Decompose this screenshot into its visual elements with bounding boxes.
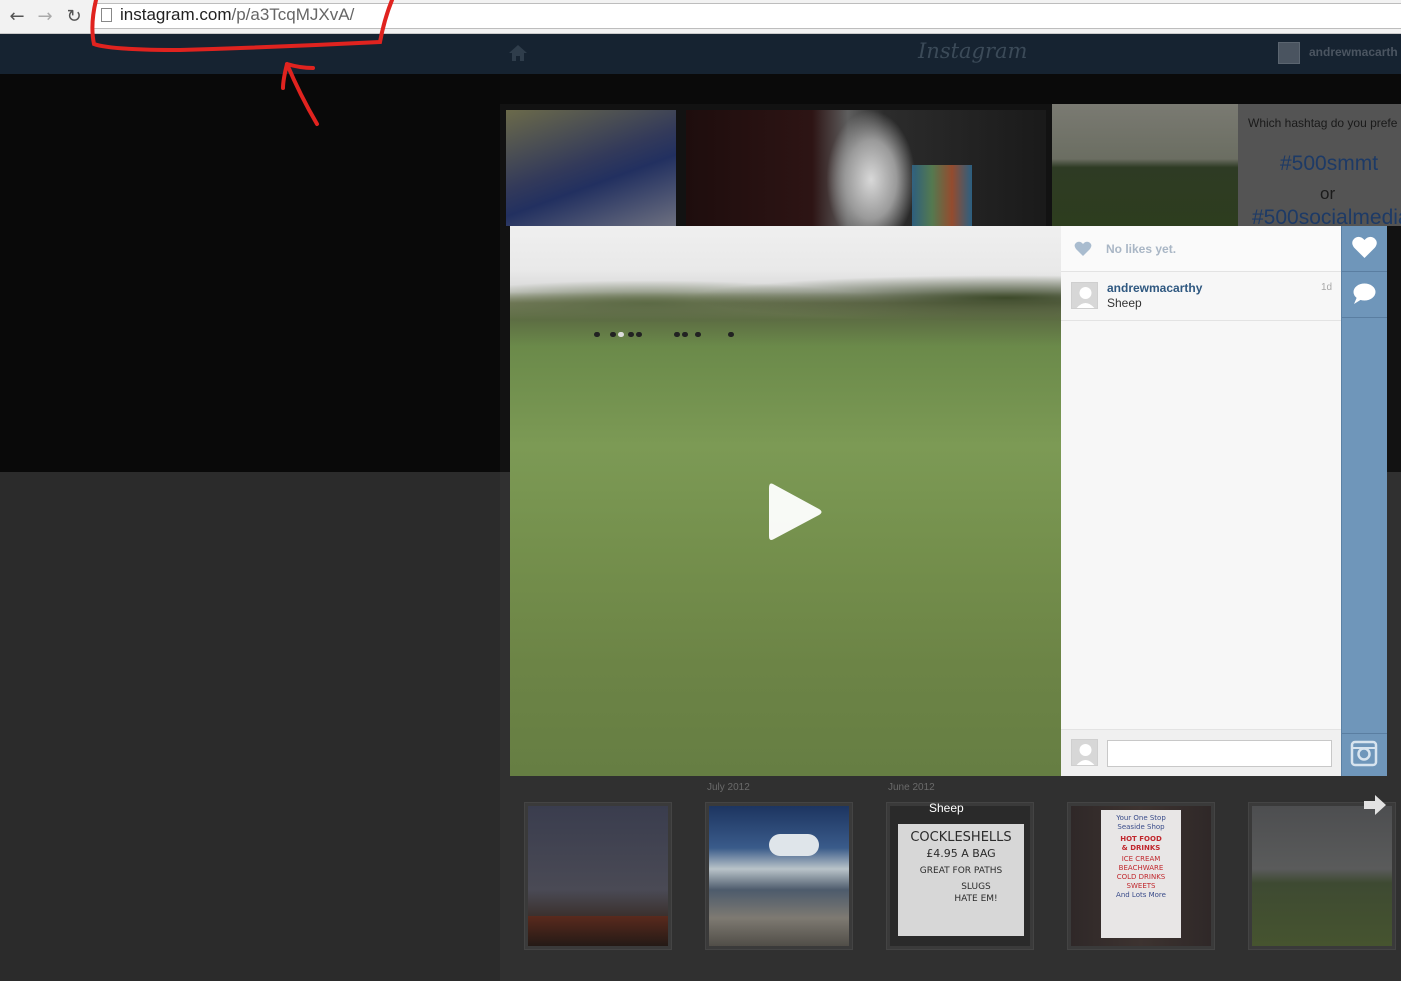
cockleshells-sign: COCKLESHELLS £4.95 A BAG GREAT FOR PATHS…: [898, 824, 1024, 936]
play-icon[interactable]: [765, 480, 825, 544]
caption-row: [1061, 272, 1341, 321]
sign-line: COCKLESHELLS: [910, 830, 1012, 845]
cloud: [769, 834, 819, 856]
treeline: [510, 262, 1061, 322]
strip-photo-path[interactable]: [705, 802, 853, 950]
sheep: [695, 332, 701, 337]
comment-button[interactable]: [1342, 272, 1387, 316]
user-avatar[interactable]: [1071, 282, 1098, 309]
instagram-camera-icon[interactable]: [1342, 733, 1387, 776]
sheep: [728, 332, 734, 337]
strip-photo-sign[interactable]: COCKLESHELLS £4.95 A BAG GREAT FOR PATHS…: [886, 802, 1034, 950]
comment-username[interactable]: andrewmacarthy: [1107, 281, 1202, 295]
sign-line: HOT FOOD: [1120, 835, 1162, 843]
sheep: [674, 332, 680, 337]
houses: [528, 916, 668, 946]
strip-photo-food-sign[interactable]: Your One Stop Seaside Shop HOT FOOD & DR…: [1067, 802, 1215, 950]
comment-input[interactable]: [1107, 740, 1332, 767]
sign-line: & DRINKS: [1121, 844, 1161, 852]
circle-annotation: [90, 0, 394, 53]
sheep: [594, 332, 600, 337]
video-player[interactable]: [510, 226, 1061, 776]
sheep: [628, 332, 634, 337]
sign-line: £4.95 A BAG: [926, 847, 996, 860]
promo-hashtag-1: #500smmt: [1280, 152, 1379, 175]
strip-photo-houses[interactable]: [524, 802, 672, 950]
sign-line: SWEETS: [1126, 882, 1156, 890]
like-button[interactable]: [1342, 226, 1387, 270]
sign-line: COLD DRINKS: [1116, 873, 1166, 881]
promo-hashtag-2: #500socialmedia: [1252, 206, 1401, 228]
heart-icon: [1074, 241, 1092, 257]
sheep: [618, 332, 624, 337]
sign-line: Seaside Shop: [1117, 823, 1165, 831]
sign-line: BEACHWARE: [1118, 864, 1164, 872]
sheep: [610, 332, 616, 337]
sheep: [636, 332, 642, 337]
sign-line: Your One Stop: [1116, 814, 1166, 822]
arrow-annotation: [281, 62, 319, 126]
likes-count-text: No likes yet.: [1106, 242, 1177, 256]
promo-or: or: [1320, 184, 1336, 203]
sign-line: HATE EM!: [954, 894, 998, 904]
rail-divider: [1342, 317, 1387, 318]
sign-line: And Lots More: [1116, 891, 1166, 899]
comment-timestamp: 1d: [1321, 282, 1333, 293]
strip-caption: Sheep: [929, 801, 964, 815]
my-avatar: [1071, 739, 1098, 766]
sign-line: SLUGS: [961, 882, 991, 892]
food-sign: Your One Stop Seaside Shop HOT FOOD & DR…: [1101, 810, 1181, 938]
red-annotation: [90, 0, 394, 126]
month-label: June 2012: [888, 782, 935, 793]
sign-line: GREAT FOR PATHS: [919, 866, 1003, 876]
likes-row: [1061, 226, 1341, 272]
sign-line: ICE CREAM: [1121, 855, 1161, 863]
blanket-stripes: [912, 165, 972, 226]
strip-photo-field[interactable]: [1248, 802, 1396, 950]
sheep: [682, 332, 688, 337]
month-label: July 2012: [707, 782, 750, 793]
next-arrow-icon[interactable]: [1362, 793, 1388, 817]
comment-text: Sheep: [1107, 296, 1142, 310]
